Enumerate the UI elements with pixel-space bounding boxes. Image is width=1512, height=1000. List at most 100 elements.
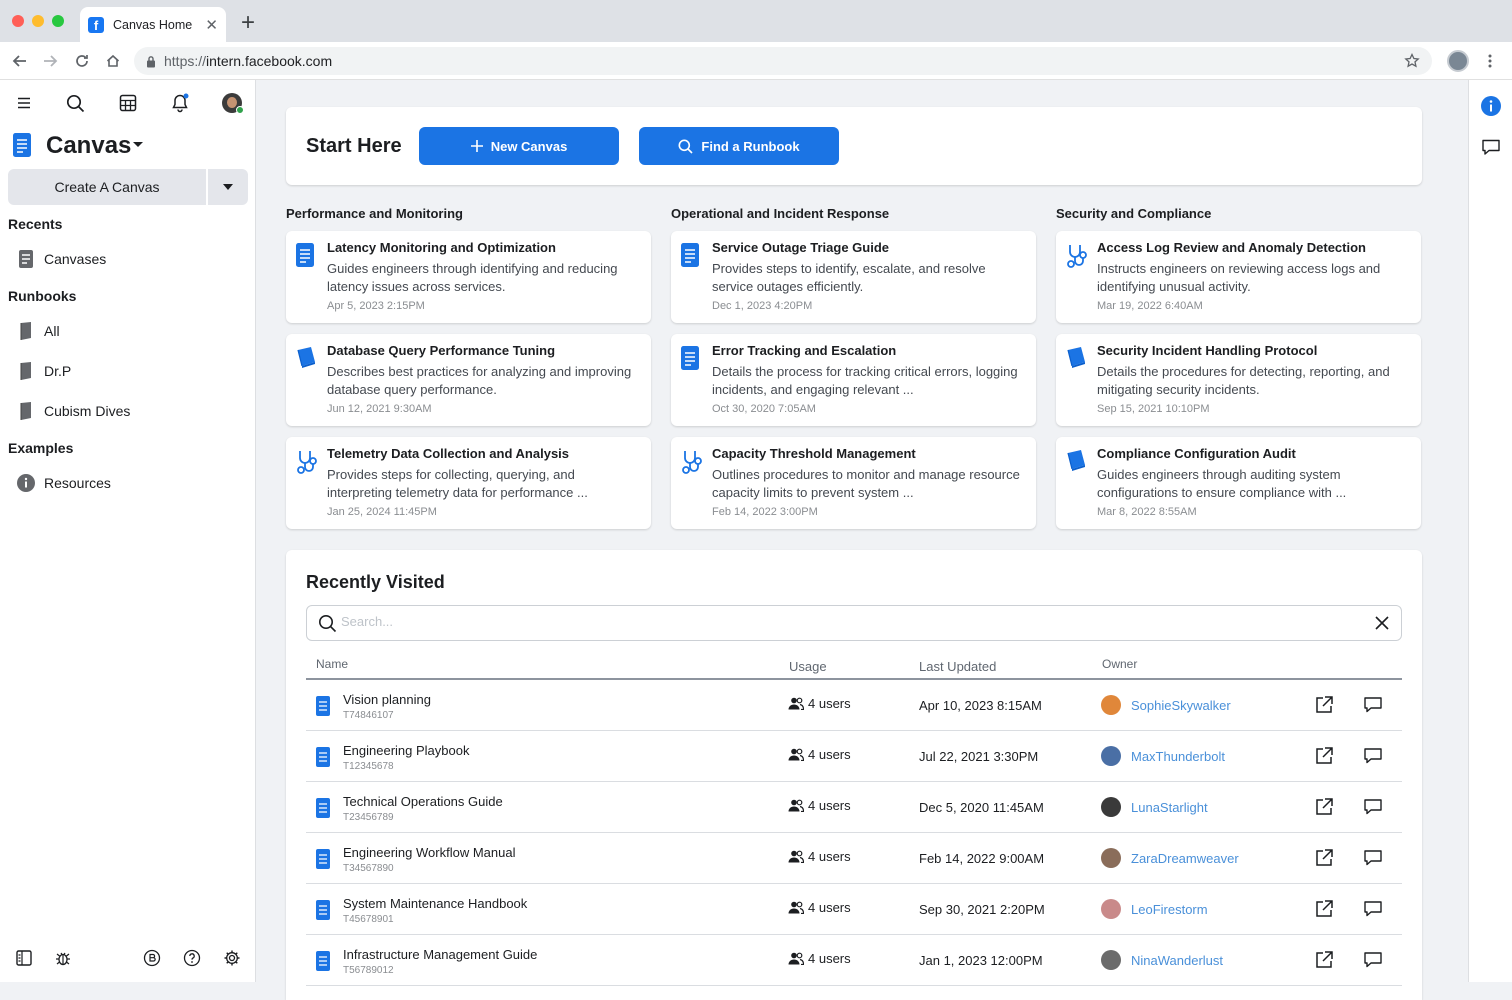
table-grid-icon[interactable] [117,92,139,114]
row-name[interactable]: Infrastructure Management Guide [343,947,537,962]
runbook-card[interactable]: Latency Monitoring and Optimization Guide… [286,231,651,323]
new-canvas-button[interactable]: New Canvas [419,127,619,165]
comment-icon[interactable] [1363,797,1383,817]
sidebar-item-cubism-dives[interactable]: Cubism Dives [8,394,248,428]
runbook-card-description: Outlines procedures to monitor and manag… [712,467,1020,500]
comment-icon[interactable] [1363,950,1383,970]
runbook-card-title: Capacity Threshold Management [712,446,916,461]
search-icon[interactable] [64,92,86,114]
runbook-card[interactable]: Capacity Threshold Management Outlines pr… [671,437,1036,529]
row-name[interactable]: Engineering Playbook [343,743,469,758]
info-icon[interactable] [1481,96,1501,116]
runbook-card-title: Error Tracking and Escalation [712,343,897,358]
browser-tab[interactable]: f Canvas Home ✕ [80,7,226,42]
runbook-card[interactable]: Database Query Performance Tuning Describ… [286,334,651,426]
column-header-usage[interactable]: Usage [789,659,827,674]
comment-icon[interactable] [1481,137,1501,157]
book-icon [296,346,318,372]
clear-search-icon[interactable] [1375,616,1389,630]
sidebar-item-label: All [44,323,60,339]
owner-avatar [1101,950,1121,970]
column-header-name[interactable]: Name [316,657,348,671]
open-external-icon[interactable] [1314,899,1334,919]
help-icon[interactable] [182,948,202,968]
row-owner[interactable]: NinaWanderlust [1101,950,1223,970]
search-input[interactable] [341,614,1341,629]
owner-avatar [1101,695,1121,715]
open-external-icon[interactable] [1314,695,1334,715]
bitcoin-icon[interactable] [142,948,162,968]
new-tab-button[interactable]: + [241,11,255,35]
title-dropdown-icon[interactable] [132,141,144,149]
comment-icon[interactable] [1363,695,1383,715]
tab-close-icon[interactable]: ✕ [205,16,218,34]
toggle-sidebar-icon[interactable] [14,948,34,968]
row-owner[interactable]: LeoFirestorm [1101,899,1208,919]
table-row[interactable]: Infrastructure Management Guide T56789012… [306,935,1402,986]
create-canvas-button[interactable]: Create A Canvas [8,169,206,205]
address-bar[interactable]: https://intern.facebook.com [134,47,1432,75]
browser-menu-icon[interactable] [1486,53,1494,69]
row-name[interactable]: Engineering Workflow Manual [343,845,515,860]
open-external-icon[interactable] [1314,848,1334,868]
runbook-card[interactable]: Compliance Configuration Audit Guides eng… [1056,437,1421,529]
user-avatar[interactable] [221,92,244,114]
runbook-card[interactable]: Access Log Review and Anomaly Detection I… [1056,231,1421,323]
browser-profile-avatar[interactable] [1447,50,1469,72]
table-row[interactable]: Technical Operations Guide T23456789 4 use… [306,782,1402,833]
forward-button[interactable] [40,51,60,71]
table-row[interactable]: Engineering Workflow Manual T34567890 4 us… [306,833,1402,884]
minimize-window-button[interactable] [32,15,44,27]
open-external-icon[interactable] [1314,797,1334,817]
sidebar-item-canvases[interactable]: Canvases [8,242,248,276]
runbook-card-description: Provides steps to identify, escalate, an… [712,261,986,294]
row-owner[interactable]: MaxThunderbolt [1101,746,1225,766]
sidebar-item-resources[interactable]: Resources [8,466,248,500]
settings-gear-icon[interactable] [222,948,242,968]
open-external-icon[interactable] [1314,746,1334,766]
runbook-card-date: Mar 19, 2022 6:40AM [1097,300,1203,312]
plus-icon [470,140,483,152]
runbook-card[interactable]: Security Incident Handling Protocol Detai… [1056,334,1421,426]
reload-button[interactable] [72,51,92,71]
row-name[interactable]: Technical Operations Guide [343,794,503,809]
find-runbook-button[interactable]: Find a Runbook [639,127,839,165]
new-canvas-label: New Canvas [490,138,568,154]
sidebar-item-label: Cubism Dives [44,403,131,419]
row-id: T74846107 [343,710,394,721]
bug-report-icon[interactable] [53,948,73,968]
home-button[interactable] [103,51,123,71]
row-id: T45678901 [343,914,394,925]
create-canvas-dropdown-button[interactable] [208,169,248,205]
column-header-owner[interactable]: Owner [1102,657,1137,671]
sidebar-item-all[interactable]: All [8,314,248,348]
row-name[interactable]: System Maintenance Handbook [343,896,527,911]
row-last-updated: Jul 22, 2021 3:30PM [919,749,1039,764]
notifications-bell-icon[interactable] [169,92,191,114]
hamburger-menu-icon[interactable] [13,92,35,114]
row-owner[interactable]: ZaraDreamweaver [1101,848,1239,868]
runbook-card[interactable]: Telemetry Data Collection and Analysis Pr… [286,437,651,529]
back-button[interactable] [10,51,30,71]
bookmark-star-icon[interactable] [1404,53,1420,69]
close-window-button[interactable] [12,15,24,27]
runbook-card[interactable]: Service Outage Triage Guide Provides step… [671,231,1036,323]
runbook-card[interactable]: Error Tracking and Escalation Details the… [671,334,1036,426]
row-owner[interactable]: LunaStarlight [1101,797,1208,817]
row-owner[interactable]: SophieSkywalker [1101,695,1231,715]
table-row[interactable]: Vision planning T74846107 4 users Apr 10, 2… [306,680,1402,731]
maximize-window-button[interactable] [52,15,64,27]
document-icon [316,900,330,920]
column-header-last-updated[interactable]: Last Updated [919,659,996,674]
window-controls [12,15,64,27]
main-content: Start Here New Canvas Find a Runbook Per… [256,80,1468,1000]
row-name[interactable]: Vision planning [343,692,431,707]
comment-icon[interactable] [1363,746,1383,766]
open-external-icon[interactable] [1314,950,1334,970]
comment-icon[interactable] [1363,848,1383,868]
table-row[interactable]: System Maintenance Handbook T45678901 4 us… [306,884,1402,935]
document-icon [681,346,703,372]
sidebar-item-drp[interactable]: Dr.P [8,354,248,388]
comment-icon[interactable] [1363,899,1383,919]
table-row[interactable]: Engineering Playbook T12345678 4 users Jul … [306,731,1402,782]
